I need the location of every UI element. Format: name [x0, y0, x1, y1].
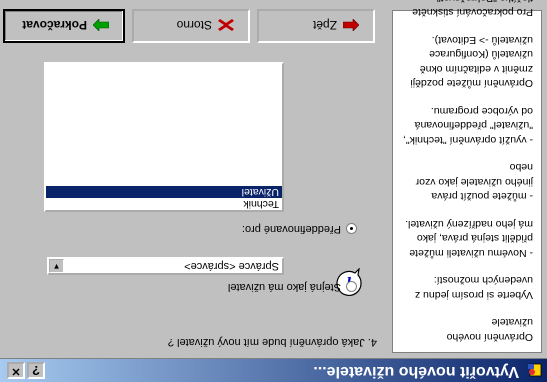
instructions-heading: Oprávnění nového uživatele — [446, 316, 533, 344]
instructions-text: - můžete použít práva jiného uživatele j… — [415, 161, 533, 203]
help-button[interactable]: ? — [27, 362, 45, 379]
user-wizard-icon — [528, 363, 542, 377]
list-item-selected[interactable]: Uživatel — [46, 186, 282, 198]
arrow-right-icon — [93, 19, 109, 31]
cancel-button-label: Storno — [176, 18, 212, 32]
instructions-text: Oprávnění můžete později změnit v editač… — [410, 34, 533, 90]
radio-predefined-label: Předdefinované pro: — [241, 223, 341, 235]
predefined-listbox[interactable]: Technik Uživatel — [44, 62, 284, 212]
user-select-value: Správce <správce> — [184, 260, 279, 272]
radio-button[interactable] — [346, 281, 357, 293]
radio-predefined[interactable]: Předdefinované pro: — [242, 223, 357, 235]
instructions-text: - Novému uživateli můžete přidělit stejn… — [405, 218, 533, 259]
radio-same-as-me-label: Stejná jako má uživatel — [227, 281, 341, 293]
instructions-text: Vyberte si prosím jednu z uvedených možn… — [414, 274, 533, 302]
title-bar[interactable]: Vytvořit nového uživatele... ? ✕ — [0, 358, 547, 382]
cancel-button[interactable]: Storno — [132, 9, 250, 43]
wizard-window: Vytvořit nového uživatele... ? ✕ Oprávně… — [0, 0, 547, 382]
instructions-text: - využít oprávnění "technik", "uživatel"… — [402, 105, 533, 146]
question-label: 4. Jaká oprávnění bude mít nový uživatel… — [167, 336, 377, 348]
close-button[interactable]: ✕ — [7, 362, 25, 379]
continue-button-label: Pokračovat — [22, 18, 87, 32]
radio-same-as-me[interactable]: Stejná jako má uživatel — [228, 281, 357, 293]
radio-button[interactable] — [346, 223, 357, 235]
window-title: Vytvořit nového uživatele... — [313, 363, 519, 380]
user-select[interactable]: Správce <správce> ▼ — [47, 257, 284, 275]
list-item[interactable]: Technik — [46, 198, 282, 210]
instructions-text: Pro pokračování stiskněte tlačítko "Pokr… — [412, 0, 533, 19]
back-button-label: Zpět — [312, 18, 337, 32]
arrow-left-icon — [343, 19, 359, 31]
cross-icon — [218, 19, 234, 31]
back-button[interactable]: Zpět — [257, 9, 375, 43]
continue-button[interactable]: Pokračovat — [3, 9, 125, 43]
instructions-panel: Oprávnění nového uživatele Vyberte si pr… — [392, 0, 542, 353]
chevron-down-icon[interactable]: ▼ — [49, 259, 64, 273]
